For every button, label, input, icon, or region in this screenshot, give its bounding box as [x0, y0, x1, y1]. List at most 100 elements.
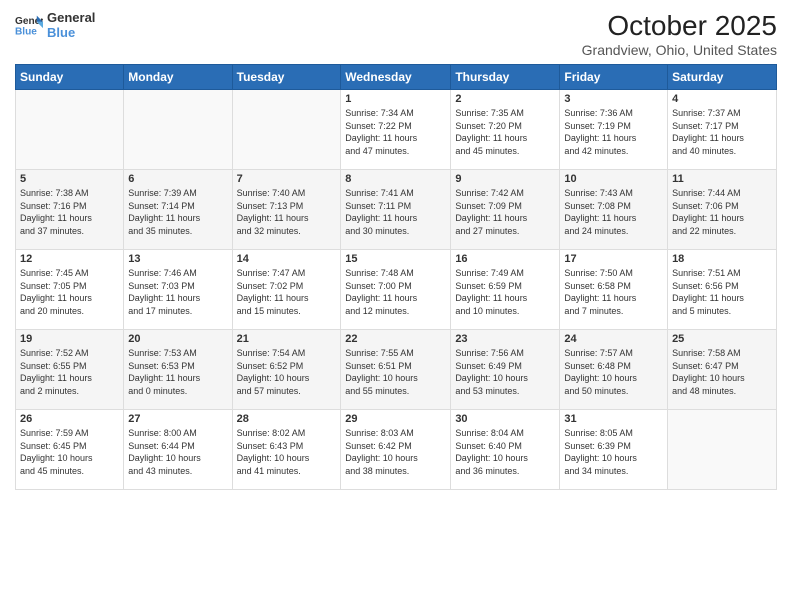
- logo-icon: General Blue: [15, 14, 43, 36]
- header-tuesday: Tuesday: [232, 65, 341, 90]
- calendar-cell: [124, 90, 232, 170]
- day-info: Sunrise: 7:44 AM Sunset: 7:06 PM Dayligh…: [672, 187, 772, 237]
- day-number: 11: [672, 173, 772, 185]
- day-number: 8: [345, 173, 446, 185]
- day-number: 13: [128, 253, 227, 265]
- day-info: Sunrise: 7:51 AM Sunset: 6:56 PM Dayligh…: [672, 267, 772, 317]
- header-monday: Monday: [124, 65, 232, 90]
- calendar-week-0: 1Sunrise: 7:34 AM Sunset: 7:22 PM Daylig…: [16, 90, 777, 170]
- day-info: Sunrise: 7:37 AM Sunset: 7:17 PM Dayligh…: [672, 107, 772, 157]
- calendar-cell: [668, 410, 777, 490]
- day-info: Sunrise: 7:35 AM Sunset: 7:20 PM Dayligh…: [455, 107, 555, 157]
- day-info: Sunrise: 7:53 AM Sunset: 6:53 PM Dayligh…: [128, 347, 227, 397]
- day-number: 4: [672, 93, 772, 105]
- day-number: 20: [128, 333, 227, 345]
- day-number: 27: [128, 413, 227, 425]
- day-info: Sunrise: 8:05 AM Sunset: 6:39 PM Dayligh…: [564, 427, 663, 477]
- calendar-cell: 5Sunrise: 7:38 AM Sunset: 7:16 PM Daylig…: [16, 170, 124, 250]
- day-info: Sunrise: 7:50 AM Sunset: 6:58 PM Dayligh…: [564, 267, 663, 317]
- page-container: General Blue General Blue October 2025 G…: [0, 0, 792, 612]
- day-info: Sunrise: 8:00 AM Sunset: 6:44 PM Dayligh…: [128, 427, 227, 477]
- calendar-cell: 31 Sunrise: 8:05 AM Sunset: 6:39 PM Dayli…: [560, 410, 668, 490]
- day-number: 7: [237, 173, 337, 185]
- calendar-cell: 7 Sunrise: 7:40 AM Sunset: 7:13 PM Daylig…: [232, 170, 341, 250]
- day-info: Sunrise: 8:03 AM Sunset: 6:42 PM Dayligh…: [345, 427, 446, 477]
- calendar-cell: 20 Sunrise: 7:53 AM Sunset: 6:53 PM Dayli…: [124, 330, 232, 410]
- day-info: Sunrise: 7:48 AM Sunset: 7:00 PM Dayligh…: [345, 267, 446, 317]
- day-info: Sunrise: 7:52 AM Sunset: 6:55 PM Dayligh…: [20, 347, 119, 397]
- calendar-cell: 22 Sunrise: 7:55 AM Sunset: 6:51 PM Dayli…: [341, 330, 451, 410]
- calendar-cell: 13 Sunrise: 7:46 AM Sunset: 7:03 PM Dayli…: [124, 250, 232, 330]
- calendar-table: SundayMondayTuesdayWednesdayThursdayFrid…: [15, 64, 777, 490]
- calendar-cell: 19 Sunrise: 7:52 AM Sunset: 6:55 PM Dayli…: [16, 330, 124, 410]
- calendar-cell: 1Sunrise: 7:34 AM Sunset: 7:22 PM Daylig…: [341, 90, 451, 170]
- calendar-cell: 24 Sunrise: 7:57 AM Sunset: 6:48 PM Dayli…: [560, 330, 668, 410]
- day-info: Sunrise: 7:55 AM Sunset: 6:51 PM Dayligh…: [345, 347, 446, 397]
- day-info: Sunrise: 8:04 AM Sunset: 6:40 PM Dayligh…: [455, 427, 555, 477]
- logo-line1: General: [47, 10, 95, 25]
- calendar-cell: 30Sunrise: 8:04 AM Sunset: 6:40 PM Dayli…: [451, 410, 560, 490]
- calendar-cell: 21Sunrise: 7:54 AM Sunset: 6:52 PM Dayli…: [232, 330, 341, 410]
- calendar-cell: 17Sunrise: 7:50 AM Sunset: 6:58 PM Dayli…: [560, 250, 668, 330]
- day-info: Sunrise: 7:57 AM Sunset: 6:48 PM Dayligh…: [564, 347, 663, 397]
- calendar-cell: 14 Sunrise: 7:47 AM Sunset: 7:02 PM Dayli…: [232, 250, 341, 330]
- calendar-cell: 26 Sunrise: 7:59 AM Sunset: 6:45 PM Dayli…: [16, 410, 124, 490]
- day-number: 5: [20, 173, 119, 185]
- calendar-week-4: 26 Sunrise: 7:59 AM Sunset: 6:45 PM Dayli…: [16, 410, 777, 490]
- day-number: 23: [455, 333, 555, 345]
- day-number: 12: [20, 253, 119, 265]
- day-info: Sunrise: 7:47 AM Sunset: 7:02 PM Dayligh…: [237, 267, 337, 317]
- header-wednesday: Wednesday: [341, 65, 451, 90]
- day-info: Sunrise: 7:43 AM Sunset: 7:08 PM Dayligh…: [564, 187, 663, 237]
- day-info: Sunrise: 8:02 AM Sunset: 6:43 PM Dayligh…: [237, 427, 337, 477]
- calendar-cell: 12 Sunrise: 7:45 AM Sunset: 7:05 PM Dayli…: [16, 250, 124, 330]
- day-number: 18: [672, 253, 772, 265]
- calendar-cell: 25Sunrise: 7:58 AM Sunset: 6:47 PM Dayli…: [668, 330, 777, 410]
- title-block: October 2025 Grandview, Ohio, United Sta…: [582, 10, 777, 58]
- calendar-cell: 6 Sunrise: 7:39 AM Sunset: 7:14 PM Daylig…: [124, 170, 232, 250]
- header-sunday: Sunday: [16, 65, 124, 90]
- header-thursday: Thursday: [451, 65, 560, 90]
- month-title: October 2025: [582, 10, 777, 42]
- calendar-cell: [16, 90, 124, 170]
- day-info: Sunrise: 7:40 AM Sunset: 7:13 PM Dayligh…: [237, 187, 337, 237]
- day-number: 14: [237, 253, 337, 265]
- day-number: 26: [20, 413, 119, 425]
- day-number: 31: [564, 413, 663, 425]
- calendar-week-1: 5Sunrise: 7:38 AM Sunset: 7:16 PM Daylig…: [16, 170, 777, 250]
- calendar-cell: 28 Sunrise: 8:02 AM Sunset: 6:43 PM Dayli…: [232, 410, 341, 490]
- calendar-cell: 9Sunrise: 7:42 AM Sunset: 7:09 PM Daylig…: [451, 170, 560, 250]
- day-number: 10: [564, 173, 663, 185]
- calendar-cell: 29 Sunrise: 8:03 AM Sunset: 6:42 PM Dayli…: [341, 410, 451, 490]
- day-info: Sunrise: 7:41 AM Sunset: 7:11 PM Dayligh…: [345, 187, 446, 237]
- day-info: Sunrise: 7:59 AM Sunset: 6:45 PM Dayligh…: [20, 427, 119, 477]
- day-info: Sunrise: 7:56 AM Sunset: 6:49 PM Dayligh…: [455, 347, 555, 397]
- day-number: 3: [564, 93, 663, 105]
- calendar-cell: 3Sunrise: 7:36 AM Sunset: 7:19 PM Daylig…: [560, 90, 668, 170]
- calendar-cell: 2Sunrise: 7:35 AM Sunset: 7:20 PM Daylig…: [451, 90, 560, 170]
- day-number: 22: [345, 333, 446, 345]
- day-info: Sunrise: 7:39 AM Sunset: 7:14 PM Dayligh…: [128, 187, 227, 237]
- day-number: 6: [128, 173, 227, 185]
- calendar-header-row: SundayMondayTuesdayWednesdayThursdayFrid…: [16, 65, 777, 90]
- day-number: 16: [455, 253, 555, 265]
- day-info: Sunrise: 7:46 AM Sunset: 7:03 PM Dayligh…: [128, 267, 227, 317]
- calendar-cell: 18 Sunrise: 7:51 AM Sunset: 6:56 PM Dayli…: [668, 250, 777, 330]
- day-number: 9: [455, 173, 555, 185]
- day-info: Sunrise: 7:45 AM Sunset: 7:05 PM Dayligh…: [20, 267, 119, 317]
- calendar-cell: 10 Sunrise: 7:43 AM Sunset: 7:08 PM Dayli…: [560, 170, 668, 250]
- calendar-cell: 15 Sunrise: 7:48 AM Sunset: 7:00 PM Dayli…: [341, 250, 451, 330]
- calendar-cell: 23 Sunrise: 7:56 AM Sunset: 6:49 PM Dayli…: [451, 330, 560, 410]
- header-saturday: Saturday: [668, 65, 777, 90]
- day-number: 29: [345, 413, 446, 425]
- calendar-week-3: 19 Sunrise: 7:52 AM Sunset: 6:55 PM Dayli…: [16, 330, 777, 410]
- day-number: 19: [20, 333, 119, 345]
- logo-line2: Blue: [47, 25, 95, 40]
- day-number: 28: [237, 413, 337, 425]
- day-number: 24: [564, 333, 663, 345]
- calendar-cell: 16Sunrise: 7:49 AM Sunset: 6:59 PM Dayli…: [451, 250, 560, 330]
- logo: General Blue General Blue: [15, 10, 95, 40]
- location: Grandview, Ohio, United States: [582, 42, 777, 58]
- day-number: 15: [345, 253, 446, 265]
- header-friday: Friday: [560, 65, 668, 90]
